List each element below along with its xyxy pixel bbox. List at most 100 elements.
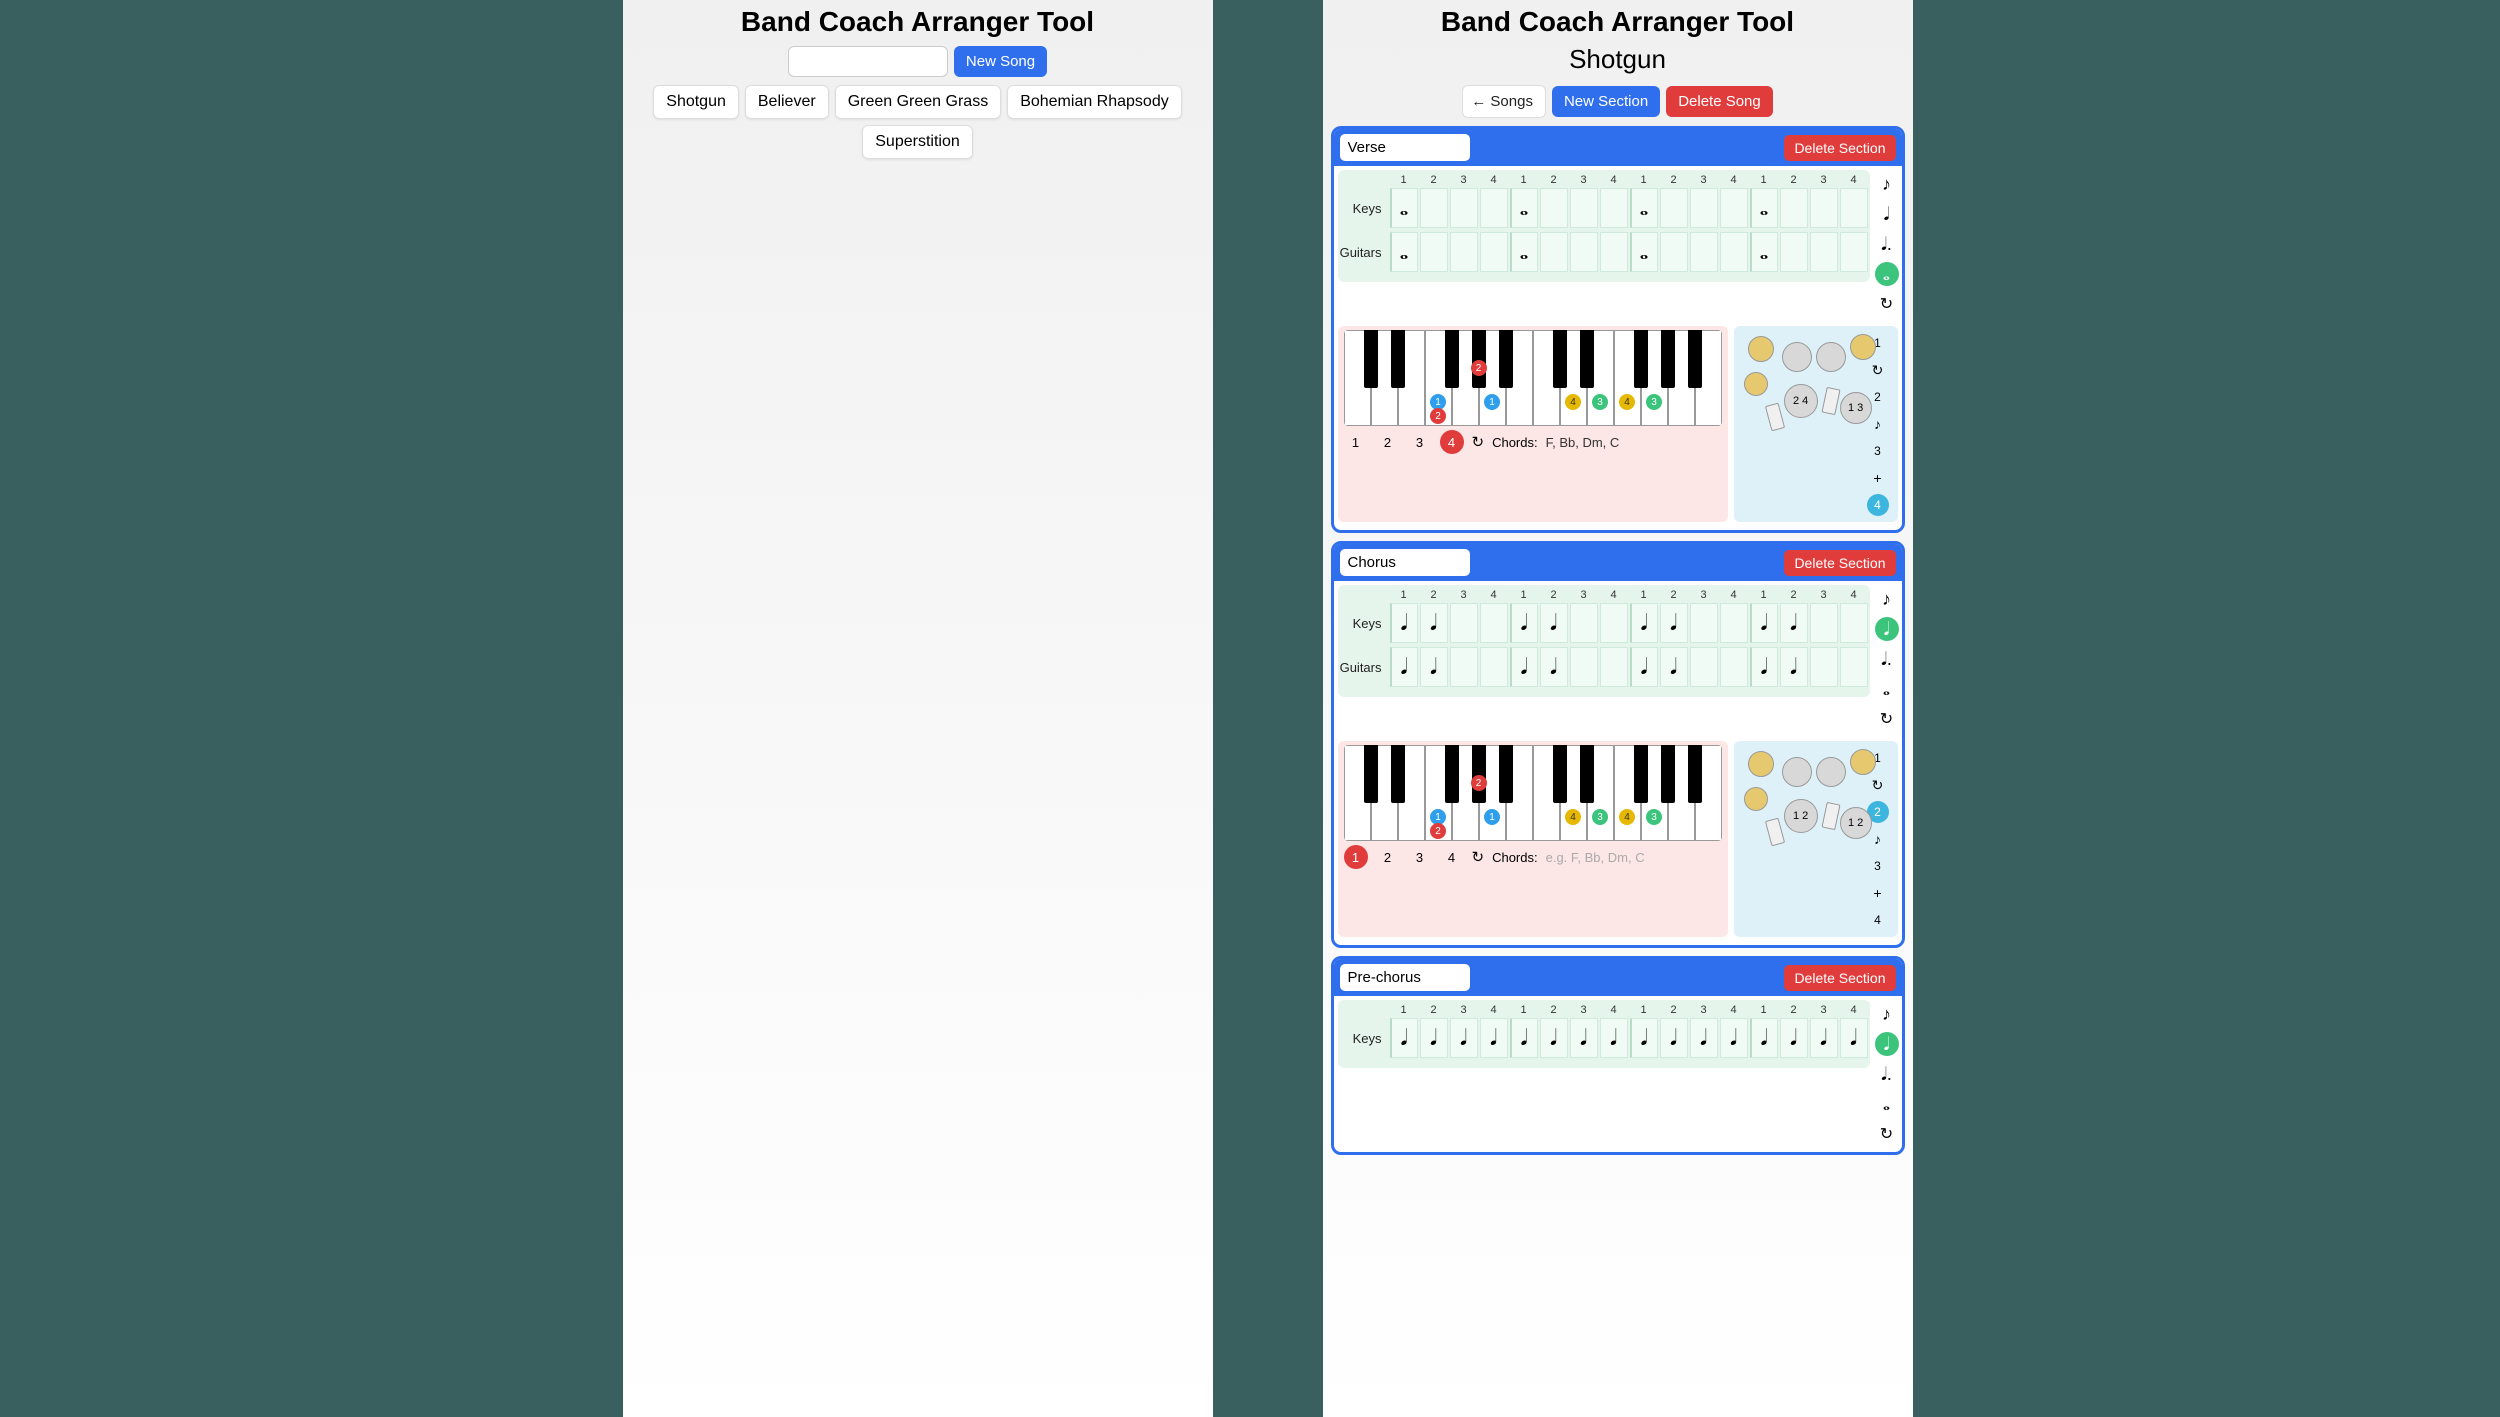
rhythm-cell[interactable] — [1630, 232, 1658, 272]
delete-section-button[interactable]: Delete Section — [1784, 965, 1895, 991]
black-key[interactable] — [1499, 330, 1513, 388]
chord-step[interactable]: 1 — [1344, 845, 1368, 869]
tom-2[interactable] — [1816, 757, 1846, 787]
rhythm-cell[interactable] — [1840, 232, 1868, 272]
black-key[interactable] — [1580, 330, 1594, 388]
rhythm-cell[interactable] — [1390, 232, 1418, 272]
rhythm-cell[interactable] — [1420, 188, 1448, 228]
rhythm-cell[interactable] — [1660, 1018, 1688, 1058]
rhythm-cell[interactable] — [1570, 1018, 1598, 1058]
rhythm-cell[interactable] — [1690, 647, 1718, 687]
rhythm-cell[interactable] — [1750, 232, 1778, 272]
rhythm-cell[interactable] — [1420, 1018, 1448, 1058]
drum-step[interactable]: 3 — [1867, 855, 1889, 877]
rhythm-cell[interactable] — [1450, 232, 1478, 272]
song-chip[interactable]: Superstition — [862, 125, 973, 159]
song-chip[interactable]: Believer — [745, 85, 829, 119]
rhythm-cell[interactable] — [1660, 647, 1688, 687]
black-key[interactable] — [1472, 330, 1486, 388]
rhythm-cell[interactable] — [1570, 232, 1598, 272]
rhythm-cell[interactable] — [1450, 603, 1478, 643]
black-key[interactable] — [1688, 330, 1702, 388]
rhythm-cell[interactable] — [1630, 603, 1658, 643]
black-key[interactable] — [1364, 330, 1378, 388]
rhythm-cell[interactable] — [1750, 188, 1778, 228]
rhythm-cell[interactable] — [1420, 232, 1448, 272]
rhythm-cell[interactable] — [1780, 188, 1808, 228]
rhythm-option-eighth[interactable]: ♪ — [1875, 172, 1899, 196]
drum-step[interactable]: 3 — [1867, 440, 1889, 462]
song-chip[interactable]: Shotgun — [653, 85, 739, 119]
section-name-input[interactable] — [1340, 549, 1470, 576]
floor-tom[interactable]: 2 4 — [1784, 384, 1818, 418]
rhythm-cell[interactable] — [1720, 188, 1748, 228]
rhythm-option-whole[interactable]: 𝅝 — [1875, 677, 1899, 701]
black-key[interactable] — [1553, 330, 1567, 388]
rhythm-cell[interactable] — [1690, 1018, 1718, 1058]
ride-cymbal[interactable] — [1850, 749, 1876, 775]
chord-step[interactable]: 3 — [1408, 845, 1432, 869]
rhythm-cell[interactable] — [1480, 232, 1508, 272]
rhythm-cell[interactable] — [1570, 603, 1598, 643]
rhythm-cell[interactable] — [1480, 603, 1508, 643]
drum-block[interactable] — [1764, 403, 1784, 432]
rhythm-cell[interactable] — [1690, 188, 1718, 228]
rhythm-option-quarter[interactable]: 𝅘𝅥 — [1875, 202, 1899, 226]
rhythm-cell[interactable] — [1420, 647, 1448, 687]
drum-block[interactable] — [1821, 387, 1840, 415]
rhythm-cell[interactable] — [1630, 647, 1658, 687]
redo-icon[interactable] — [1472, 848, 1485, 866]
chord-step[interactable]: 4 — [1440, 845, 1464, 869]
back-to-songs-button[interactable]: ← Songs — [1462, 85, 1546, 118]
rhythm-option-qdot[interactable]: 𝅘𝅥. — [1875, 232, 1899, 256]
black-key[interactable] — [1634, 745, 1648, 803]
black-key[interactable] — [1499, 745, 1513, 803]
tom-1[interactable] — [1782, 342, 1812, 372]
rhythm-cell[interactable] — [1840, 1018, 1868, 1058]
rhythm-cell[interactable] — [1510, 232, 1538, 272]
drum-step[interactable]: 4 — [1867, 909, 1889, 931]
plus-icon[interactable] — [1867, 882, 1889, 904]
black-key[interactable] — [1580, 745, 1594, 803]
rhythm-cell[interactable] — [1780, 232, 1808, 272]
rhythm-cell[interactable] — [1480, 647, 1508, 687]
rhythm-cell[interactable] — [1660, 603, 1688, 643]
note-icon[interactable] — [1867, 828, 1889, 850]
new-song-name-input[interactable] — [788, 46, 948, 77]
rhythm-cell[interactable] — [1540, 1018, 1568, 1058]
rhythm-cell[interactable] — [1840, 647, 1868, 687]
rhythm-cell[interactable] — [1810, 603, 1838, 643]
rhythm-cell[interactable] — [1840, 188, 1868, 228]
rhythm-cell[interactable] — [1480, 188, 1508, 228]
rhythm-cell[interactable] — [1480, 1018, 1508, 1058]
delete-section-button[interactable]: Delete Section — [1784, 135, 1895, 161]
drum-block[interactable] — [1821, 802, 1840, 830]
rhythm-cell[interactable] — [1600, 1018, 1628, 1058]
black-key[interactable] — [1661, 330, 1675, 388]
crash-cymbal[interactable] — [1748, 336, 1774, 362]
hi-hat[interactable] — [1744, 372, 1768, 396]
rhythm-option-quarter[interactable]: 𝅘𝅥 — [1875, 617, 1899, 641]
rhythm-cell[interactable] — [1390, 603, 1418, 643]
rhythm-cell[interactable] — [1720, 603, 1748, 643]
rhythm-cell[interactable] — [1390, 647, 1418, 687]
rhythm-cell[interactable] — [1690, 232, 1718, 272]
redo-icon[interactable] — [1867, 774, 1889, 796]
rhythm-option-whole[interactable]: 𝅝 — [1875, 1092, 1899, 1116]
black-key[interactable] — [1391, 330, 1405, 388]
floor-tom[interactable]: 1 2 — [1784, 799, 1818, 833]
rhythm-cell[interactable] — [1750, 1018, 1778, 1058]
rhythm-cell[interactable] — [1510, 1018, 1538, 1058]
rhythm-cell[interactable] — [1810, 188, 1838, 228]
rhythm-option-eighth[interactable]: ♪ — [1875, 587, 1899, 611]
black-key[interactable] — [1445, 330, 1459, 388]
rhythm-cell[interactable] — [1720, 232, 1748, 272]
rhythm-cell[interactable] — [1780, 1018, 1808, 1058]
rhythm-cell[interactable] — [1660, 188, 1688, 228]
black-key[interactable] — [1364, 745, 1378, 803]
chord-step[interactable]: 1 — [1344, 430, 1368, 454]
rhythm-option-whole[interactable]: 𝅝 — [1875, 262, 1899, 286]
rhythm-cell[interactable] — [1600, 603, 1628, 643]
hi-hat[interactable] — [1744, 787, 1768, 811]
note-icon[interactable] — [1867, 413, 1889, 435]
